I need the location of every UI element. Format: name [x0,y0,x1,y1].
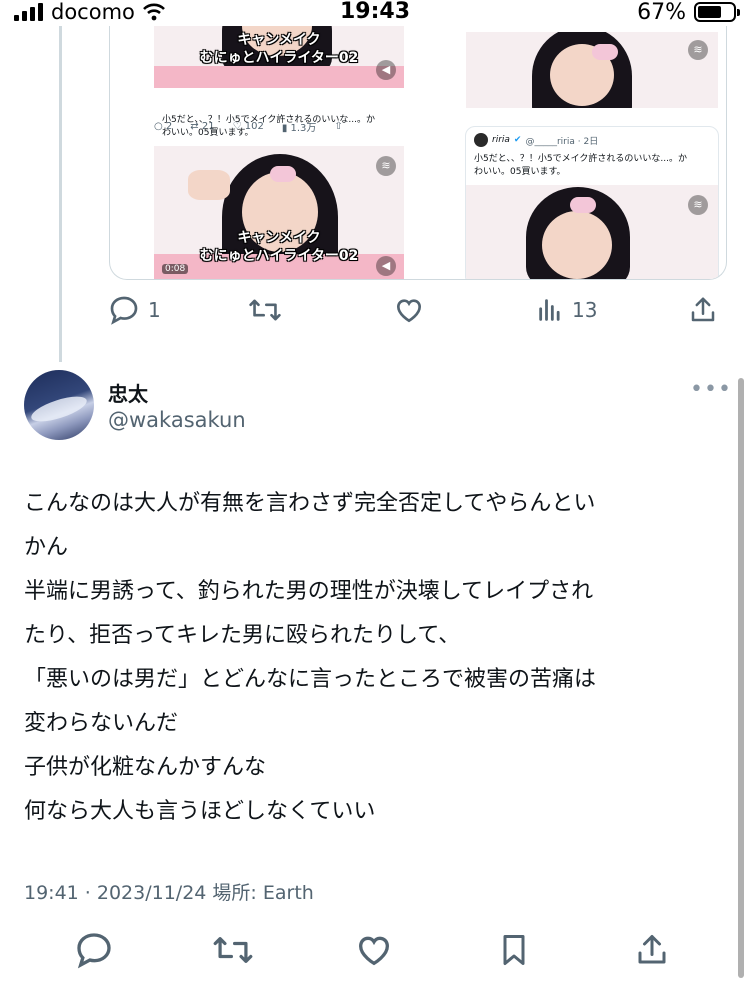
views-icon [539,299,560,321]
view-count: 13 [572,298,598,322]
tweet-text-line: 「悪いのは男だ」とどんなに言ったところで被害の苦痛は [24,667,597,692]
media-thumbnail-3[interactable]: キャンメイク むにゅとハイライター02 0:08 ◀ ≋ [154,146,404,279]
embedded-quote-tweet[interactable]: riria ✔ @_____riria · 2日 小5だと、、？！小5でメイク許… [465,126,719,279]
prior-tweet-action-bar: 1 13 [108,290,728,330]
tweet-timestamp-location: 19:41 · 2023/11/24 場所: Earth [24,882,314,904]
media-badge-icon: ≋ [688,195,708,215]
media-caption-line: キャンメイク [237,32,321,48]
embedded-quote-image[interactable]: ≋ [466,185,718,279]
views-button[interactable]: 13 [536,290,597,330]
media-caption-line: むにゅとハイライター02 [199,248,359,264]
tweet-text-line: こんなのは大人が有無を言わさず完全否定してやらんとい [24,491,596,516]
more-icon[interactable]: ••• [690,379,731,401]
tweet-text-line: 何なら大人も言うほどしなくていい [24,799,376,824]
tweet-text: こんなのは大人が有無を言わさず完全否定してやらんとい かん 半端に男誘って、釣ら… [24,482,714,834]
heart-icon [358,936,390,966]
share-icon [638,935,666,964]
embedded-quote-line: 小5だと、、？！小5でメイク許されるのいいな...。か [474,154,687,164]
media-caption-line: むにゅとハイライター02 [199,50,359,66]
retweet-button[interactable] [212,930,254,970]
embedded-snippet-line: 小5だと、、？！小5でメイク許されるのいいな...。か [162,115,375,125]
bookmark-button[interactable] [496,930,532,970]
media-badge-icon: ≋ [688,40,708,60]
reply-count: 1 [148,298,161,322]
mute-icon[interactable]: ◀ [376,256,396,276]
verified-icon: ✔ [513,135,522,145]
embedded-quote-line: わいい。05買います。 [474,167,566,177]
tweet-text-line: 半端に男誘って、釣られた男の理性が決壊してレイプされ [24,579,594,604]
share-icon [691,297,715,322]
embedded-snippet: 小5だと、、？！小5でメイク許されるのいいな...。か わいい。05買います。 [162,114,375,140]
embedded-avatar [474,133,488,147]
share-button[interactable] [634,930,670,970]
tweet-action-bar [74,930,694,972]
display-name[interactable]: 忠太 [108,378,148,407]
tweet-text-line: 変わらないんだ [24,711,179,736]
video-duration: 0:08 [162,264,189,274]
share-button[interactable] [688,290,718,330]
media-thumbnail-1[interactable]: キャンメイク むにゅとハイライター02 ◀ [154,26,404,88]
media-caption-line: キャンメイク [237,230,321,246]
reply-button[interactable] [74,930,114,970]
battery-fill [698,6,721,18]
embedded-handle: @_____riria · 2日 [525,136,599,147]
embedded-snippet-line: わいい。05買います。 [162,128,254,138]
reply-icon [110,296,138,325]
status-bar: docomo 19:43 67% [0,0,750,26]
reply-icon [77,933,111,969]
media-badge-icon: ≋ [376,156,396,176]
mute-icon[interactable]: ◀ [376,60,396,80]
retweet-icon [249,299,281,321]
like-button[interactable] [354,930,394,970]
embedded-quote-text: 小5だと、、？！小5でメイク許されるのいいな...。か わいい。05買います。 [474,153,687,179]
bookmark-icon [503,935,525,965]
tweet-text-line: たり、拒否ってキレた男に殴られたりして、 [24,623,461,648]
tweet-text-line: かん [24,535,69,560]
reply-button[interactable]: 1 [108,290,161,330]
media-grid[interactable]: キャンメイク むにゅとハイライター02 ◀ ○ 2 ⇄ 21 ♡ 102 ▮ 1… [109,26,727,280]
scrollbar[interactable] [738,378,744,978]
embedded-quote-header: riria ✔ @_____riria · 2日 [474,133,598,147]
user-handle[interactable]: @wakasakun [108,408,246,432]
battery-icon [694,2,740,22]
avatar[interactable] [24,370,94,440]
status-bar-right: 67% [637,0,740,25]
retweet-button[interactable] [248,290,282,330]
like-button[interactable] [392,290,426,330]
thread-connector-line [59,26,62,362]
heart-icon [396,299,422,323]
retweet-icon [213,937,253,963]
media-thumbnail-2[interactable]: ≋ [466,32,718,108]
tweet-text-line: 子供が化粧なんかすんな [24,755,267,780]
embedded-username: riria [492,135,510,145]
battery-percent: 67% [637,0,686,25]
